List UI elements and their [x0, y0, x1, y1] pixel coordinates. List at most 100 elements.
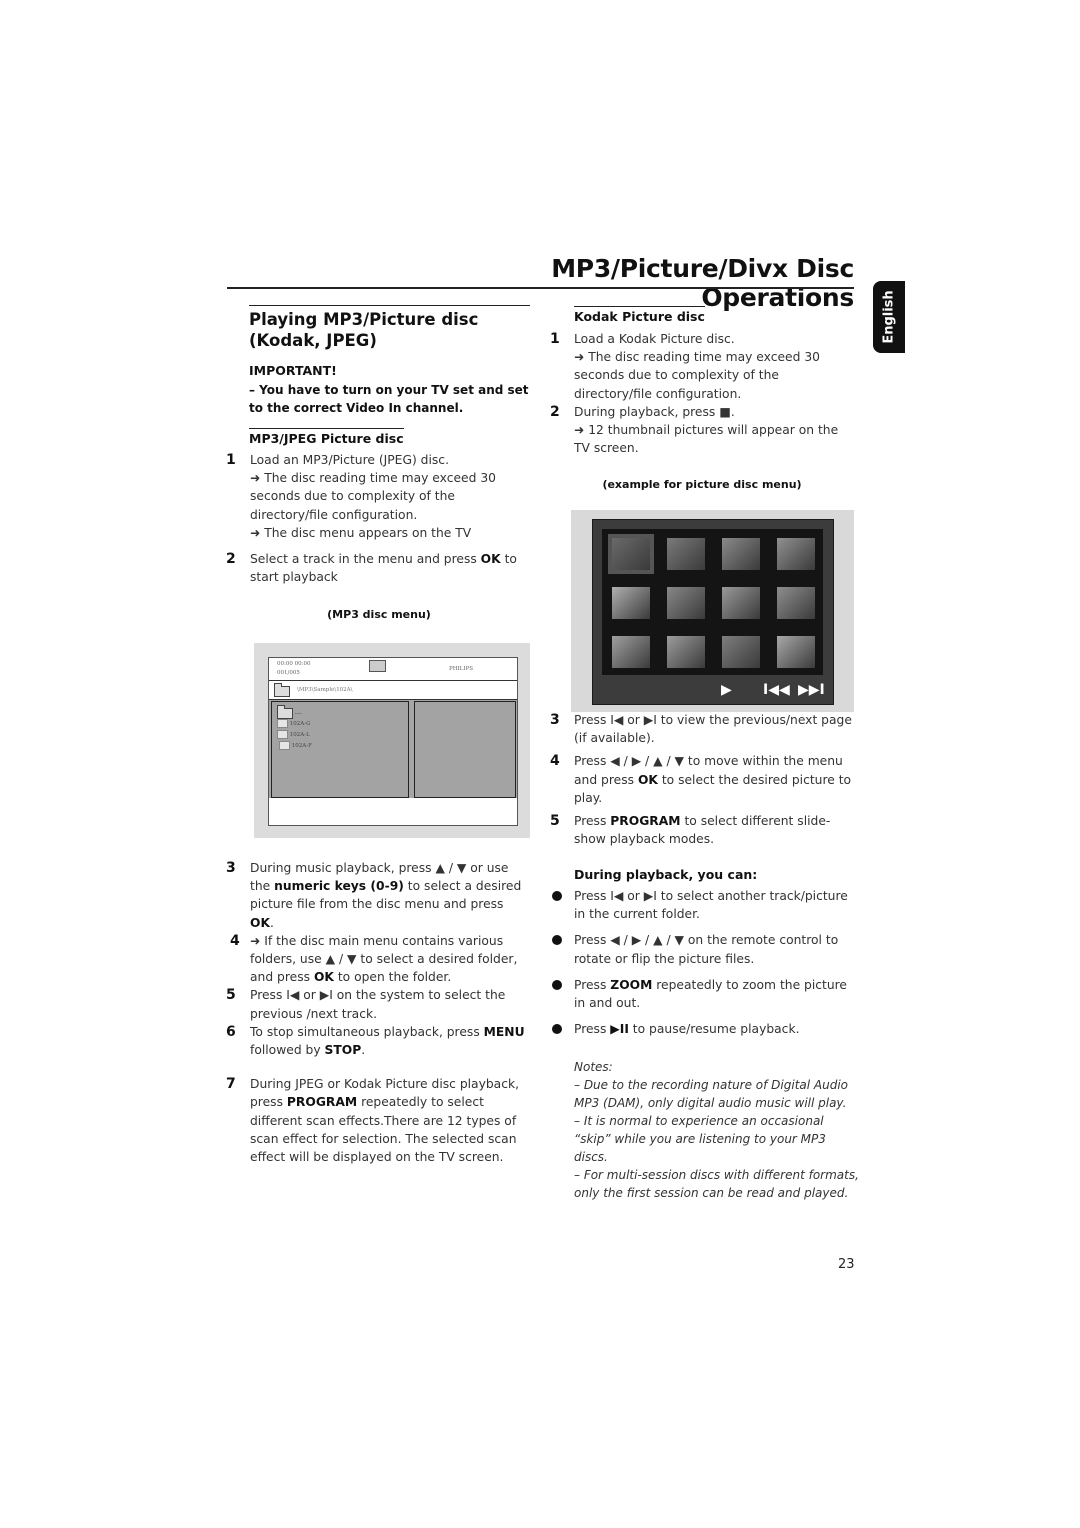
step-text: To stop simultaneous playback, press — [250, 1024, 484, 1039]
right-steps-2: 3 Press I◀ or ▶I to view the previous/ne… — [550, 711, 855, 848]
title-rule — [227, 287, 854, 289]
thumbnail[interactable] — [608, 534, 654, 574]
bullet-icon — [552, 979, 562, 990]
step-2: 2 During playback, press ■. ➜ 12 thumbna… — [550, 403, 855, 458]
during-playback-list: Press I◀ or ▶I to select another track/p… — [550, 887, 855, 1038]
thumbnail[interactable] — [722, 636, 760, 668]
subhead-text: Kodak Picture disc — [574, 306, 705, 324]
section-heading: Playing MP3/Picture disc (Kodak, JPEG) — [249, 310, 479, 350]
step-text: Press I◀ or ▶I on the system to select t… — [250, 988, 506, 1021]
folder-icon — [274, 683, 290, 697]
key-menu: MENU — [483, 1024, 525, 1039]
list-item[interactable]: 102A-G — [272, 719, 408, 730]
thumbnail[interactable] — [777, 538, 815, 570]
thumbnail[interactable] — [667, 587, 705, 619]
mp3-brand: PHILIPS — [449, 666, 473, 672]
list-item-parent[interactable]: ---- — [272, 702, 408, 719]
mp3-path-bar: \MP3\Sample\102A\ — [269, 681, 517, 700]
list-item[interactable]: 102A-F — [272, 741, 408, 752]
page-number: 23 — [838, 1257, 855, 1272]
subhead-kodak: Kodak Picture disc — [574, 306, 705, 325]
step-4: 4 Press ◀ / ▶ / ▲ / ▼ to move within the… — [550, 752, 855, 807]
step-number: 3 — [226, 860, 236, 876]
step-number: 5 — [550, 813, 560, 830]
picture-menu-caption: (example for picture disc menu) — [602, 478, 802, 491]
picture-screen: ▶ I◀◀ ▶▶I — [592, 519, 834, 705]
item-label: 102A-F — [291, 743, 312, 749]
mp3-preview-pane — [414, 701, 516, 798]
play-icon[interactable]: ▶ — [721, 683, 732, 697]
mp3-body: ---- 102A-G 102A-L 102A-F — [269, 700, 517, 798]
mp3-path: \MP3\Sample\102A\ — [297, 687, 353, 693]
thumbnail-grid — [602, 529, 823, 675]
thumbnail[interactable] — [612, 587, 650, 619]
list-item[interactable]: 102A-L — [272, 730, 408, 741]
step-text: During playback, press ■. — [574, 404, 735, 419]
key-zoom: ZOOM — [610, 977, 653, 992]
note-item: – Due to the recording nature of Digital… — [574, 1078, 849, 1110]
step-text: . — [269, 915, 274, 930]
notes-block: Notes: – Due to the recording nature of … — [574, 1058, 859, 1202]
step-4: 4 ➜ If the disc main menu contains vario… — [226, 932, 531, 987]
key-ok: OK — [480, 552, 501, 567]
thumbnail[interactable] — [667, 636, 705, 668]
picture-disc-menu: ▶ I◀◀ ▶▶I — [571, 510, 854, 712]
mp3-track: 001/005 — [277, 670, 300, 676]
bullet-item: Press ZOOM repeatedly to zoom the pictur… — [550, 976, 855, 1012]
step-number: 3 — [550, 712, 560, 728]
step-7: 7 During JPEG or Kodak Picture disc play… — [226, 1075, 531, 1166]
bullet-icon — [552, 935, 562, 946]
thumbnail[interactable] — [612, 636, 650, 668]
step-note: ➜ 12 thumbnail pictures will appear on t… — [574, 423, 839, 456]
thumbnail[interactable] — [722, 538, 760, 570]
step-number: 4 — [550, 753, 560, 770]
bullet-item: Press ▶II to pause/resume playback. — [550, 1020, 855, 1038]
mp3-disc-menu: 00:00 00:00 001/005 PHILIPS \MP3\Sample\… — [254, 643, 530, 838]
step-note: ➜ The disc reading time may exceed 30 se… — [250, 471, 496, 522]
thumbnail[interactable] — [722, 587, 760, 619]
bullet-icon — [552, 891, 562, 901]
bullet-text: Press — [574, 1022, 611, 1037]
bullet-text: Press — [574, 977, 611, 992]
important-label: IMPORTANT! — [249, 363, 337, 378]
step-1: 1 Load a Kodak Picture disc. ➜ The disc … — [550, 330, 855, 403]
step-number: 1 — [550, 331, 560, 347]
important-text: – You have to turn on your TV set and se… — [249, 383, 529, 416]
key-stop: STOP — [324, 1043, 362, 1058]
step-text: Press — [574, 814, 611, 829]
step-text: Load an MP3/Picture (JPEG) disc. — [250, 453, 449, 467]
previous-page-icon[interactable]: I◀◀ — [763, 683, 790, 697]
file-icon — [277, 719, 288, 728]
bullet-text: Press ◀ / ▶ / ▲ / ▼ on the remote contro… — [574, 933, 839, 966]
step-3: 3 During music playback, press ▲ / ▼ or … — [226, 859, 531, 932]
bullet-text: to pause/resume playback. — [628, 1022, 800, 1037]
bullet-item: Press ◀ / ▶ / ▲ / ▼ on the remote contro… — [550, 931, 855, 967]
key-ok: OK — [637, 772, 658, 787]
mp3-menu-caption: (MP3 disc menu) — [327, 608, 431, 621]
bullet-text: Press I◀ or ▶I to select another track/p… — [574, 889, 848, 922]
step-3: 3 Press I◀ or ▶I to view the previous/ne… — [550, 711, 855, 747]
step-number: 1 — [226, 452, 236, 468]
subhead-mp3-jpeg: MP3/JPEG Picture disc — [249, 428, 404, 447]
mp3-time: 00:00 00:00 — [277, 661, 311, 667]
language-tab-label: English — [881, 290, 897, 344]
step-5: 5 Press I◀ or ▶I on the system to select… — [226, 986, 531, 1022]
step-text: Load a Kodak Picture disc. — [574, 332, 735, 346]
right-steps-1: 1 Load a Kodak Picture disc. ➜ The disc … — [550, 330, 855, 457]
thumbnail[interactable] — [777, 587, 815, 619]
key-ok: OK — [250, 915, 270, 930]
thumbnail[interactable] — [777, 636, 815, 668]
next-page-icon[interactable]: ▶▶I — [798, 683, 825, 697]
note-item: – It is normal to experience an occasion… — [574, 1114, 826, 1164]
note-item: – For multi-session discs with different… — [574, 1168, 859, 1200]
step-text: Select a track in the menu and press — [250, 552, 481, 567]
page-title: MP3/Picture/Divx Disc Operations — [551, 254, 854, 312]
thumbnail[interactable] — [667, 538, 705, 570]
step-text: followed by — [250, 1043, 325, 1058]
step-number: 6 — [226, 1023, 236, 1040]
subhead-text: MP3/JPEG Picture disc — [249, 428, 404, 446]
notes-label: Notes: — [574, 1060, 613, 1074]
important-block: IMPORTANT! – You have to turn on your TV… — [249, 362, 529, 418]
step-number: 2 — [226, 551, 236, 568]
file-icon — [277, 730, 288, 739]
